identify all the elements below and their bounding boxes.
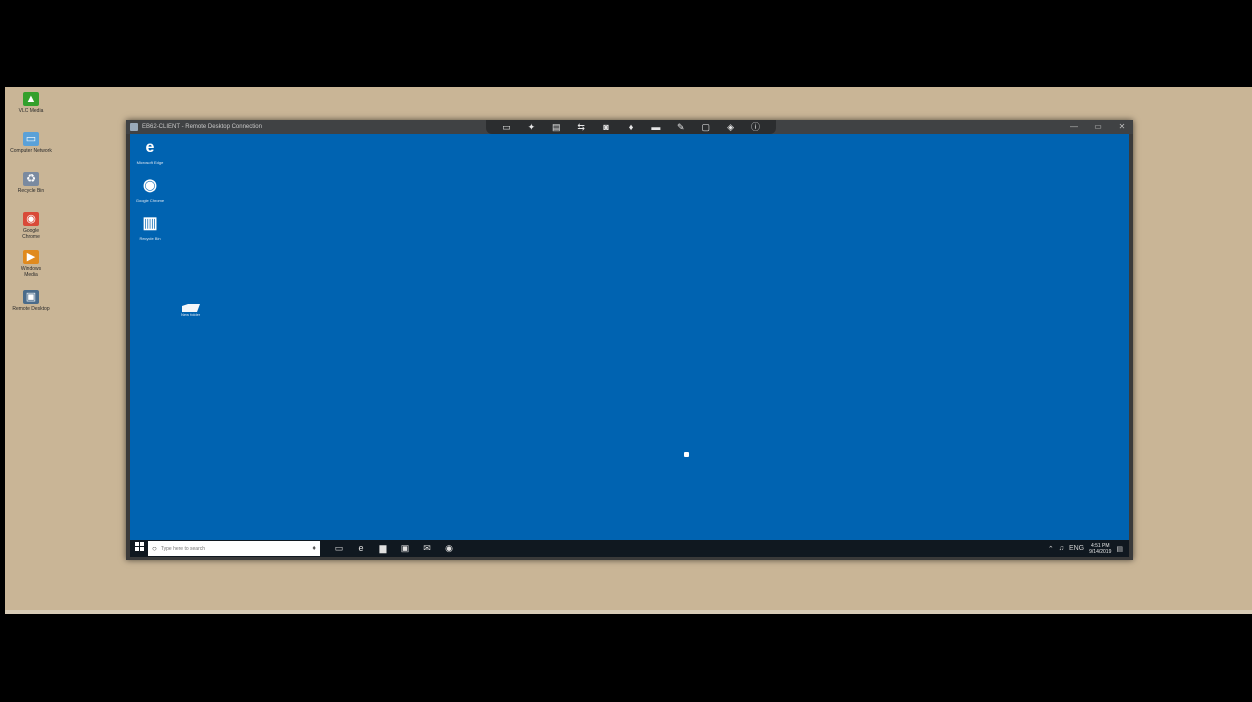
maximize-icon[interactable]: ▭ (1091, 122, 1105, 132)
store-icon[interactable]: ▣ (394, 540, 416, 557)
chrome-icon: ◉ (23, 212, 39, 226)
remote-desktop-window: EB62-CLIENT - Remote Desktop Connection … (126, 120, 1133, 560)
connection-toolbar: ▭ ✦ ▤ ⇆ ◙ ♦ ▬ ✎ ▢ ◈ ⓘ (486, 120, 776, 134)
folder-label: New folder (181, 312, 201, 317)
media-player-icon: ▶ (23, 250, 39, 264)
transfer-icon[interactable]: ⇆ (573, 121, 589, 133)
microphone-icon[interactable]: ♦ (623, 121, 639, 133)
recycle-bin-icon: ♻ (23, 172, 39, 186)
host-desktop-icon-label: VLC Media (18, 108, 44, 114)
host-desktop-icon-label: Windows Media (20, 266, 42, 278)
remote-desktop-icon[interactable]: ◉ Google Chrome (135, 176, 165, 203)
volume-icon[interactable]: ♫ (1059, 545, 1064, 552)
host-desktop-icon-label: Recycle Bin (17, 188, 45, 194)
clock[interactable]: 4:51 PM 9/14/2019 (1089, 543, 1111, 555)
language-icon[interactable]: ENG (1069, 545, 1084, 552)
camera-icon[interactable]: ◙ (598, 121, 614, 133)
screen: ▲ VLC Media ▭ Computer Network ♻ Recycle Bin ◉… (0, 0, 1252, 702)
search-input[interactable]: Type here to search (161, 546, 313, 552)
vlc-icon: ▲ (23, 92, 39, 106)
keyboard-icon[interactable]: ▬ (648, 121, 664, 133)
chrome-taskbar-icon[interactable]: ◉ (438, 540, 460, 557)
host-desktop-icon[interactable]: ▣ Remote Desktop (7, 290, 55, 312)
remote-desktop-icon: ▣ (23, 290, 39, 304)
edge-taskbar-icon[interactable]: e (350, 540, 372, 557)
remote-desktop-icon-label: Google Chrome (135, 198, 165, 203)
microphone-icon[interactable]: ♦ (312, 545, 316, 552)
pin-icon[interactable]: ✦ (523, 121, 539, 133)
edge-icon: e (145, 139, 155, 156)
pen-icon[interactable]: ✎ (673, 121, 689, 133)
host-desktop-icon-label: Google Chrome (22, 228, 40, 240)
remote-desktop-area[interactable]: e Microsoft Edge ◉ Google Chrome ▥ Recycle Bi… (130, 134, 1129, 540)
chat-icon[interactable]: ▢ (698, 121, 714, 133)
remote-desktop-icon[interactable]: e Microsoft Edge (135, 138, 165, 165)
remote-desktop-icon[interactable]: ▥ Recycle Bin (135, 214, 165, 241)
mail-icon[interactable]: ✉ (416, 540, 438, 557)
notification-icon[interactable]: ▤ (1116, 545, 1123, 553)
remote-taskbar: ○ Type here to search ♦ ▭ e ▆ ▣ ✉ ◉ ⌃ ♫ ENG 4:51… (130, 540, 1129, 557)
task-view-icon[interactable]: ▭ (328, 540, 350, 557)
window-controls: — ▭ ✕ (1067, 122, 1129, 132)
info-icon[interactable]: ⓘ (748, 121, 764, 133)
network-icon[interactable]: ⌃ (1048, 545, 1054, 553)
close-icon[interactable]: ✕ (1115, 122, 1129, 132)
taskbar-search[interactable]: ○ Type here to search ♦ (148, 541, 320, 556)
remote-desktop-icon-label: Recycle Bin (139, 236, 161, 241)
computer-icon: ▭ (23, 132, 39, 146)
host-desktop-icon[interactable]: ▲ VLC Media (7, 92, 55, 114)
minimize-icon[interactable]: — (1067, 122, 1081, 132)
window-title: EB62-CLIENT - Remote Desktop Connection (142, 124, 262, 130)
settings-icon[interactable]: ◈ (723, 121, 739, 133)
host-desktop-icon[interactable]: ▶ Windows Media (7, 250, 55, 278)
screen-icon[interactable]: ▤ (548, 121, 564, 133)
recycle-bin-icon: ▥ (142, 215, 158, 232)
explorer-icon[interactable]: ▆ (372, 540, 394, 557)
remote-desktop-app-icon (130, 123, 138, 131)
display-icon[interactable]: ▭ (498, 121, 514, 133)
host-desktop-icon[interactable]: ▭ Computer Network (7, 132, 55, 154)
system-tray: ⌃ ♫ ENG 4:51 PM 9/14/2019 ▤ (1048, 543, 1129, 555)
host-desktop-icon[interactable]: ♻ Recycle Bin (7, 172, 55, 194)
start-button[interactable] (130, 540, 148, 557)
host-desktop-icon-label: Remote Desktop (12, 306, 50, 312)
remote-desktop-icon-label: Microsoft Edge (136, 160, 164, 165)
chrome-icon: ◉ (143, 177, 157, 194)
host-desktop-icon[interactable]: ◉ Google Chrome (7, 212, 55, 240)
windows-logo-icon (134, 542, 144, 551)
cortana-icon: ○ (152, 544, 157, 553)
remote-folder[interactable]: New folder (181, 300, 201, 317)
host-taskbar (5, 610, 1252, 614)
mouse-cursor (684, 452, 689, 457)
host-desktop-icon-label: Computer Network (10, 148, 52, 154)
